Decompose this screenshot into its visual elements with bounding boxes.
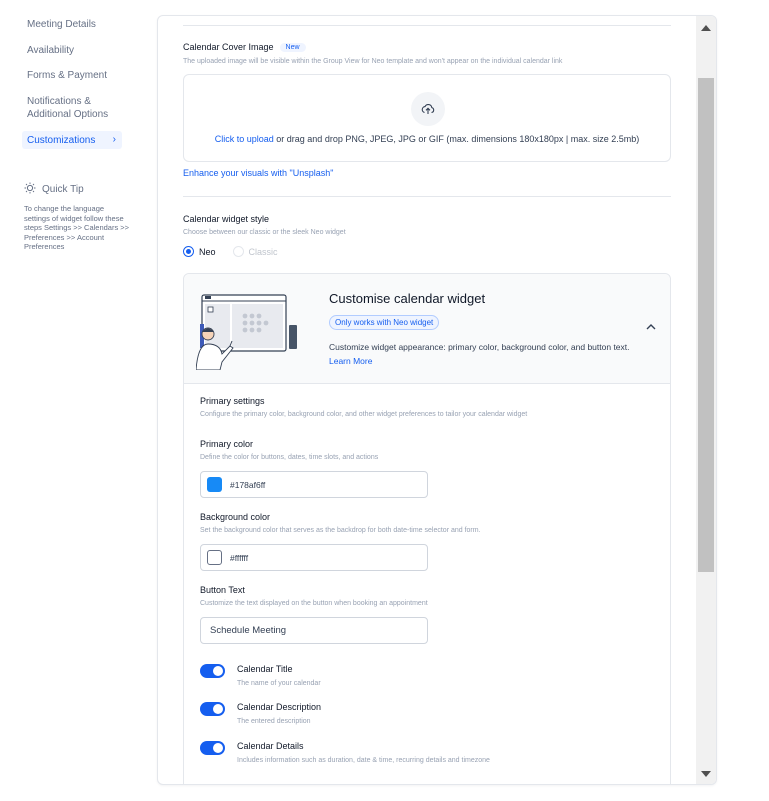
button-text-description: Customize the text displayed on the butt… [200, 600, 428, 607]
sidebar-item-availability[interactable]: Availability [22, 42, 122, 59]
calendar-title-toggle-description: The name of your calendar [237, 680, 321, 687]
chevron-right-icon: › [112, 134, 116, 145]
button-text-label: Button Text [200, 585, 245, 595]
widget-style-options: Neo Classic [183, 246, 295, 257]
chevron-up-icon[interactable] [646, 322, 656, 333]
divider [183, 196, 671, 197]
learn-more-link[interactable]: Learn More [329, 356, 372, 366]
new-badge: New [279, 43, 306, 52]
background-color-value: #ffffff [230, 552, 249, 563]
cover-image-title: Calendar Cover Image New [183, 42, 306, 52]
background-color-description: Set the background color that serves as … [200, 527, 481, 534]
radio-classic[interactable] [232, 246, 244, 257]
sidebar-item-notifications[interactable]: Notifications & Additional Options [22, 93, 122, 123]
cover-image-dropzone[interactable]: Click to upload or drag and drop PNG, JP… [183, 74, 671, 162]
button-text-value: Schedule Meeting [210, 625, 287, 636]
sidebar-item-label: Notifications & Additional Options [27, 96, 109, 120]
primary-color-swatch[interactable] [207, 477, 222, 492]
panel-content: Calendar Cover Image New The uploaded ima… [158, 16, 698, 784]
calendar-details-toggle-label: Calendar Details [237, 741, 304, 751]
sidebar-item-label: Customizations [27, 135, 96, 146]
scroll-up-arrow-icon[interactable] [701, 25, 711, 31]
customise-widget-section: Customise calendar widget Only works wit… [183, 273, 671, 784]
sidebar-item-forms-payment[interactable]: Forms & Payment [22, 67, 122, 84]
button-text-input[interactable]: Schedule Meeting [200, 617, 428, 644]
calendar-title-toggle[interactable] [200, 664, 225, 678]
background-color-field[interactable]: #ffffff [200, 544, 428, 571]
scrollbar-thumb[interactable] [698, 78, 714, 572]
upload-hint: or drag and drop PNG, JPEG, JPG or GIF (… [273, 134, 640, 144]
sidebar-item-customizations[interactable]: Customizations › [22, 131, 122, 149]
primary-color-field[interactable]: #178af6ff [200, 471, 428, 498]
sidebar-item-label: Meeting Details [27, 19, 96, 30]
quick-tip: Quick Tip To change the language setting… [24, 182, 130, 252]
background-color-swatch[interactable] [207, 550, 222, 565]
calendar-title-toggle-label: Calendar Title [237, 664, 293, 674]
upload-instructions: Click to upload or drag and drop PNG, JP… [184, 134, 670, 144]
primary-color-description: Define the color for buttons, dates, tim… [200, 454, 379, 461]
primary-color-value: #178af6ff [230, 479, 266, 490]
customise-widget-description: Customize widget appearance: primary col… [329, 342, 630, 352]
customise-widget-header[interactable]: Customise calendar widget Only works wit… [184, 274, 670, 384]
calendar-description-toggle-label: Calendar Description [237, 702, 322, 712]
scroll-down-arrow-icon[interactable] [701, 771, 711, 777]
radio-neo-label[interactable]: Neo [199, 247, 216, 257]
quick-tip-title: Quick Tip [42, 184, 84, 195]
primary-settings-description: Configure the primary color, background … [200, 411, 528, 418]
widget-style-description: Choose between our classic or the sleek … [183, 229, 346, 236]
sidebar-item-label: Forms & Payment [27, 70, 108, 81]
radio-neo[interactable] [183, 246, 194, 257]
background-color-label: Background color [200, 512, 271, 522]
vertical-scrollbar[interactable] [696, 16, 716, 784]
calendar-description-toggle[interactable] [200, 702, 225, 716]
cover-image-label: Calendar Cover Image [183, 42, 274, 52]
cover-image-description: The uploaded image will be visible withi… [183, 58, 563, 65]
calendar-illustration [196, 294, 297, 370]
click-to-upload-link[interactable]: Click to upload [215, 134, 274, 144]
unsplash-link[interactable]: Enhance your visuals with "Unsplash" [183, 168, 333, 178]
divider [183, 25, 671, 26]
lightbulb-icon [24, 182, 36, 197]
primary-color-label: Primary color [200, 439, 254, 449]
calendar-description-toggle-description: The entered description [237, 718, 311, 725]
widget-style-title: Calendar widget style [183, 214, 270, 224]
customise-widget-title: Customise calendar widget [329, 291, 486, 306]
sidebar-item-meeting-details[interactable]: Meeting Details [22, 16, 122, 33]
calendar-details-toggle-description: Includes information such as duration, d… [237, 757, 490, 764]
calendar-details-toggle[interactable] [200, 741, 225, 755]
sidebar-item-label: Availability [27, 45, 75, 56]
settings-sidebar: Meeting Details Availability Forms & Pay… [0, 0, 140, 801]
primary-settings-title: Primary settings [200, 396, 265, 406]
neo-only-badge: Only works with Neo widget [329, 315, 440, 330]
upload-icon [411, 92, 445, 126]
radio-classic-label[interactable]: Classic [249, 247, 278, 257]
quick-tip-body: To change the language settings of widge… [24, 204, 130, 251]
customizations-panel: Calendar Cover Image New The uploaded ima… [157, 15, 717, 785]
